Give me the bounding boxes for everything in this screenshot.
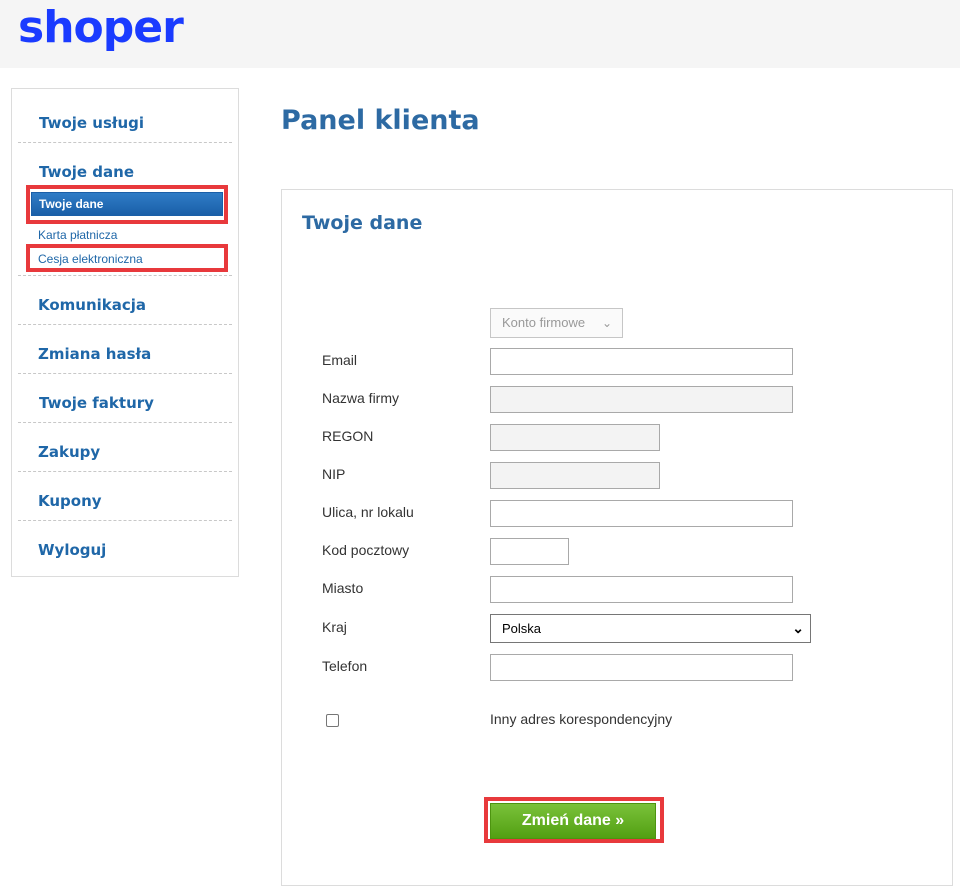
sidebar-item-twoje-faktury[interactable]: Twoje faktury: [18, 374, 232, 423]
form-card: Twoje dane Konto firmowe ⌄ Email Nazwa f…: [281, 189, 953, 886]
regon-field[interactable]: [490, 424, 660, 451]
other-address-checkbox[interactable]: [326, 714, 339, 727]
country-select[interactable]: Polska ⌄: [490, 614, 811, 643]
sidebar-item-label: Twoje faktury: [39, 394, 154, 412]
email-field[interactable]: [490, 348, 793, 375]
sidebar-item-label: Twoje usługi: [39, 114, 145, 132]
sidebar-item-label: Zakupy: [38, 443, 101, 461]
highlight-box: [26, 185, 228, 224]
subitem-karta-platnicza[interactable]: Karta płatnicza: [38, 228, 117, 242]
shoper-logo[interactable]: shoper: [18, 2, 184, 53]
postal-code-label: Kod pocztowy: [322, 542, 410, 558]
account-type-value: Konto firmowe: [502, 315, 586, 330]
phone-label: Telefon: [322, 658, 368, 674]
page-title: Panel klienta: [281, 105, 480, 136]
highlight-box: [484, 797, 664, 843]
city-field[interactable]: [490, 576, 793, 603]
city-label: Miasto: [322, 580, 364, 596]
country-value: Polska: [502, 621, 542, 636]
sidebar-item-label: Kupony: [38, 492, 102, 510]
sidebar-item-label: Twoje dane: [39, 163, 134, 181]
postal-code-field[interactable]: [490, 538, 569, 565]
section-title: Twoje dane: [302, 212, 423, 234]
other-address-label: Inny adres korespondencyjny: [490, 711, 673, 727]
street-field[interactable]: [490, 500, 793, 527]
sidebar-item-komunikacja[interactable]: Komunikacja: [18, 276, 232, 325]
sidebar-item-twoje-uslugi[interactable]: Twoje usługi: [18, 94, 232, 143]
chevron-down-icon: ⌄: [792, 620, 804, 636]
sidebar: Twoje usługi Twoje dane Twoje dane Karta…: [11, 88, 239, 577]
sidebar-item-zakupy[interactable]: Zakupy: [18, 423, 232, 472]
sidebar-item-label: Zmiana hasła: [38, 345, 152, 363]
sidebar-item-wyloguj[interactable]: Wyloguj: [18, 521, 232, 570]
top-bar: shoper: [0, 0, 960, 68]
chevron-down-icon: ⌄: [601, 316, 612, 330]
country-label: Kraj: [322, 619, 347, 635]
sidebar-item-label: Wyloguj: [38, 541, 107, 559]
nip-field[interactable]: [490, 462, 660, 489]
highlight-box: [26, 244, 228, 272]
company-name-field[interactable]: [490, 386, 793, 413]
street-label: Ulica, nr lokalu: [322, 504, 414, 520]
sidebar-item-zmiana-hasla[interactable]: Zmiana hasła: [18, 325, 232, 374]
company-label: Nazwa firmy: [322, 390, 400, 406]
nip-label: NIP: [322, 466, 346, 482]
regon-label: REGON: [322, 428, 374, 444]
account-type-select[interactable]: Konto firmowe ⌄: [490, 308, 623, 338]
sidebar-item-label: Komunikacja: [38, 296, 147, 314]
email-label: Email: [322, 352, 358, 368]
phone-field[interactable]: [490, 654, 793, 681]
sidebar-item-kupony[interactable]: Kupony: [18, 472, 232, 521]
